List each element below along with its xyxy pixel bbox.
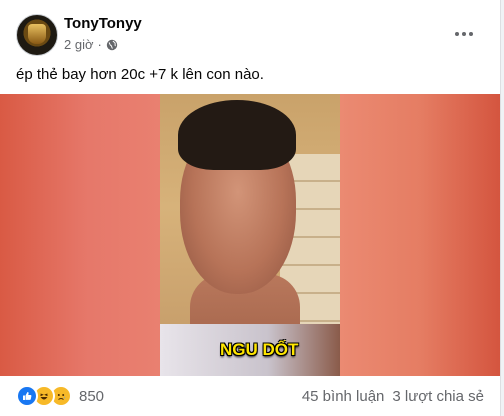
author-name[interactable]: TonyTonyy: [64, 15, 142, 32]
globe-icon: [106, 39, 118, 50]
post-footer: 850 45 bình luận 3 lượt chia sẻ: [16, 383, 484, 409]
reaction-count: 850: [79, 387, 105, 405]
shares-count-link[interactable]: 3 lượt chia sẻ: [392, 388, 484, 405]
reactions-summary[interactable]: 850: [16, 385, 104, 407]
video-blur-left: [0, 94, 160, 376]
post-caption: ép thẻ bay hơn 20c +7 k lên con nào.: [16, 66, 264, 83]
more-options-button[interactable]: [450, 20, 478, 48]
post-video[interactable]: NGU DỐT: [0, 94, 500, 376]
avatar-image: [28, 24, 46, 44]
like-icon: [16, 385, 38, 407]
video-frame: NGU DỐT: [160, 94, 340, 376]
post-meta: 2 giờ ·: [64, 37, 118, 52]
more-icon: [455, 32, 473, 36]
comments-count-link[interactable]: 45 bình luận: [302, 388, 385, 405]
post-time[interactable]: 2 giờ: [64, 37, 94, 52]
author-avatar[interactable]: [16, 14, 58, 56]
post-card: TonyTonyy 2 giờ · ép thẻ bay hơn 20c +7 …: [0, 0, 501, 416]
person-hair: [178, 100, 296, 170]
meta-separator: ·: [97, 37, 102, 52]
video-blur-right: [340, 94, 500, 376]
video-subtitle: NGU DỐT: [220, 340, 299, 359]
post-header: TonyTonyy 2 giờ ·: [16, 12, 484, 56]
